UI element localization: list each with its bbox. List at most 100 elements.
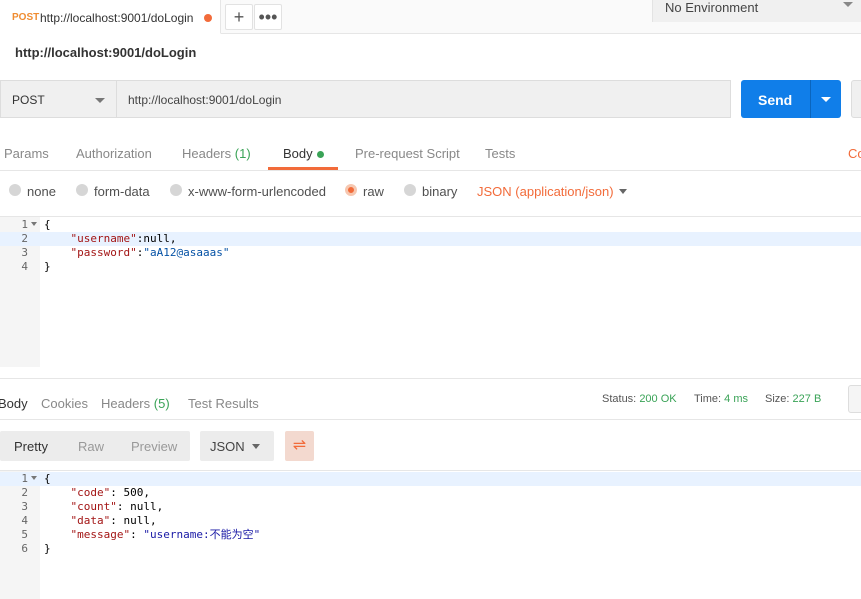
resp-tab-headers[interactable]: Headers (5) — [101, 396, 170, 411]
resp-tab-cookies[interactable]: Cookies — [41, 396, 88, 411]
chevron-down-icon — [252, 444, 260, 449]
method-select[interactable]: POST — [0, 80, 116, 118]
fold-icon[interactable] — [31, 476, 37, 480]
save-button[interactable] — [851, 80, 861, 118]
line-number: 5 — [21, 528, 28, 541]
postman-window: POST http://localhost:9001/doLogin + •••… — [0, 0, 861, 599]
json-value: :null, — [136, 232, 177, 245]
url-input[interactable]: http://localhost:9001/doLogin — [116, 80, 731, 118]
view-preview[interactable]: Preview — [131, 439, 177, 454]
line-number: 3 — [21, 500, 28, 513]
chevron-down-icon[interactable] — [619, 189, 627, 194]
tab-url: http://localhost:9001/doLogin — [40, 11, 194, 25]
code-text: "code": 500, — [44, 486, 151, 500]
resp-tab-headers-label: Headers — [101, 396, 151, 411]
request-name: http://localhost:9001/doLogin — [15, 45, 197, 60]
format-select[interactable]: JSON — [200, 431, 274, 461]
code-text: "password":"aA12@asaaas" — [44, 246, 230, 260]
view-raw[interactable]: Raw — [78, 439, 104, 454]
tab-tests[interactable]: Tests — [485, 146, 515, 161]
code-line: 3 "count": null, — [0, 500, 861, 514]
status-value: 200 OK — [639, 393, 677, 405]
resp-tab-body[interactable]: Body — [0, 396, 28, 411]
line-number: 2 — [21, 232, 28, 245]
line-number: 6 — [21, 542, 28, 555]
code-text: "count": null, — [44, 500, 164, 514]
send-button[interactable]: Send — [741, 80, 841, 118]
code-text: } — [44, 260, 51, 273]
code-line: 4 "data": null, — [0, 514, 861, 528]
wrap-lines-button[interactable]: ⇌ — [285, 431, 314, 461]
time-readout: Time: 4 ms — [694, 393, 748, 405]
tab-pre-request-script[interactable]: Pre-request Script — [355, 146, 460, 161]
send-divider — [810, 80, 811, 118]
time-value: 4 ms — [724, 393, 748, 405]
more-tabs-button[interactable]: ••• — [254, 4, 282, 30]
view-mode-toggle: Pretty Raw Preview — [0, 431, 190, 461]
request-body-editor[interactable]: 1 { 2 "username":null, 3 "password":"aA1… — [0, 216, 861, 367]
radio-form-data[interactable] — [76, 184, 88, 196]
code-line: 6 } — [0, 542, 861, 556]
radio-raw[interactable] — [345, 184, 357, 196]
code-line: 1 { — [0, 218, 861, 232]
radio-urlencoded-label: x-www-form-urlencoded — [188, 184, 326, 199]
more-icon: ••• — [258, 7, 278, 27]
format-label: JSON — [210, 439, 245, 454]
code-line-active: 1 { — [0, 472, 861, 486]
new-tab-button[interactable]: + — [225, 4, 253, 30]
cookies-link[interactable]: Co — [848, 146, 861, 161]
view-pretty[interactable]: Pretty — [14, 439, 48, 454]
radio-none[interactable] — [9, 184, 21, 196]
status-readout: Status: 200 OK — [602, 393, 677, 405]
tab-headers[interactable]: Headers (1) — [182, 146, 251, 161]
code-text: { — [44, 218, 51, 231]
tab-body[interactable]: Body — [283, 146, 324, 161]
chevron-down-icon — [95, 98, 105, 103]
plus-icon: + — [233, 7, 245, 27]
code-text: "message": "username:不能为空" — [44, 528, 261, 542]
code-text: { — [44, 472, 51, 485]
tab-method: POST — [12, 12, 40, 23]
tab-params[interactable]: Params — [4, 146, 49, 161]
line-number: 3 — [21, 246, 28, 259]
radio-urlencoded[interactable] — [170, 184, 182, 196]
chevron-down-icon[interactable] — [821, 97, 831, 102]
size-value: 227 B — [792, 393, 822, 405]
json-key: "message" — [70, 528, 131, 541]
tab-body-label: Body — [283, 146, 313, 161]
json-key: "password" — [70, 246, 137, 259]
tab-authorization[interactable]: Authorization — [76, 146, 152, 161]
code-text: "username":null, — [44, 232, 177, 246]
code-line: 5 "message": "username:不能为空" — [0, 528, 861, 542]
json-key: "data" — [70, 514, 111, 527]
json-key: "code" — [70, 486, 111, 499]
tab-headers-count: (1) — [234, 146, 251, 161]
json-key: "username" — [70, 232, 137, 245]
fold-icon[interactable] — [31, 222, 37, 226]
json-value: : 500, — [110, 486, 150, 499]
line-number: 1 — [21, 218, 28, 231]
line-number: 2 — [21, 486, 28, 499]
code-line: 4 } — [0, 260, 861, 274]
time-label: Time: — [694, 393, 722, 405]
line-number: 4 — [21, 260, 28, 273]
code-line: 2 "code": 500, — [0, 486, 861, 500]
code-line-active: 2 "username":null, — [0, 232, 861, 246]
response-tabs: Body Cookies Headers (5) Test Results St… — [0, 378, 861, 420]
unsaved-dot-icon — [204, 14, 212, 22]
response-body-viewer[interactable]: 1 { 2 "code": 500, 3 "count": null, 4 "d… — [0, 470, 861, 599]
code-text: "data": null, — [44, 514, 157, 528]
method-label: POST — [12, 93, 45, 107]
request-tabs: Params Authorization Headers (1) Body Pr… — [0, 130, 861, 171]
size-readout: Size: 227 B — [765, 393, 821, 405]
resp-tab-test-results[interactable]: Test Results — [188, 396, 259, 411]
send-label: Send — [758, 92, 793, 108]
content-type-select[interactable]: JSON (application/json) — [477, 184, 614, 199]
request-tab[interactable]: POST http://localhost:9001/doLogin — [0, 0, 221, 34]
radio-binary[interactable] — [404, 184, 416, 196]
radio-form-data-label: form-data — [94, 184, 150, 199]
json-string: "aA12@asaaas" — [143, 246, 230, 259]
save-response-button[interactable] — [848, 385, 861, 413]
environment-select[interactable]: No Environment — [652, 0, 861, 22]
json-value: : null, — [110, 514, 157, 527]
